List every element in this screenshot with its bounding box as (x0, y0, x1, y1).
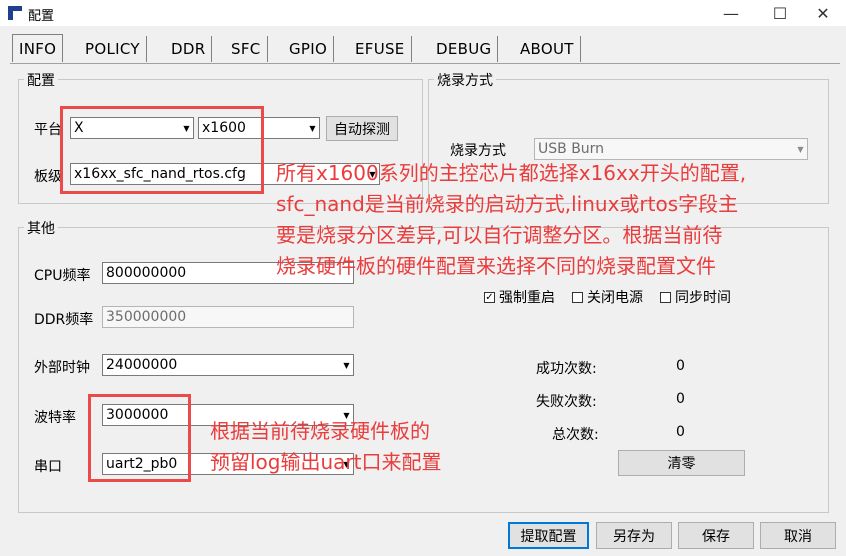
checkbox-empty-icon (572, 291, 583, 303)
app-icon (8, 6, 22, 20)
force-restart-checkbox[interactable]: ✓ 强制重启 (484, 287, 555, 307)
burn-mode-value: USB Burn (538, 141, 605, 157)
tab-divider (10, 63, 840, 64)
tab-info[interactable]: INFO (12, 34, 64, 62)
clear-button[interactable]: 清零 (618, 450, 745, 476)
ddr-value: 350000000 (106, 309, 187, 325)
chevron-down-icon: ▼ (797, 145, 804, 154)
annotation-top: 所有x1600系列的主控芯片都选择x16xx开头的配置, sfc_nand是当前… (276, 158, 746, 282)
total-count-value: 0 (676, 424, 685, 440)
chevron-down-icon: ▼ (343, 361, 350, 370)
burn-mode-label: 烧录方式 (450, 143, 506, 159)
burn-mode-select[interactable]: USB Burn ▼ (534, 138, 808, 160)
chevron-down-icon: ▼ (309, 124, 316, 133)
annotation-bottom: 根据当前待烧录硬件板的 预留log输出uart口来配置 (210, 416, 441, 478)
annotation-top-line: 烧录硬件板的硬件配置来选择不同的烧录配置文件 (276, 254, 716, 278)
annotation-bottom-line: 根据当前待烧录硬件板的 (210, 419, 430, 443)
window-title: 配置 (28, 9, 55, 24)
tab-ddr[interactable]: DDR (165, 36, 213, 62)
burn-group-title: 烧录方式 (434, 70, 496, 90)
highlight-box-config (60, 106, 264, 194)
save-button[interactable]: 保存 (678, 522, 754, 549)
other-group-title: 其他 (24, 218, 58, 238)
annotation-top-line: 所有x1600系列的主控芯片都选择x16xx开头的配置, (276, 161, 747, 185)
power-off-label: 关闭电源 (587, 290, 643, 306)
maximize-icon[interactable]: ☐ (757, 0, 803, 26)
checkbox-empty-icon (660, 291, 671, 303)
ext-clock-select[interactable]: 24000000 ▼ (102, 354, 354, 376)
success-count-value: 0 (676, 358, 685, 374)
cancel-button[interactable]: 取消 (760, 522, 836, 549)
cpu-value: 800000000 (106, 265, 187, 281)
ext-clock-value: 24000000 (106, 357, 178, 373)
fetch-config-button[interactable]: 提取配置 (508, 522, 589, 549)
annotation-top-line: sfc_nand是当前烧录的启动方式,linux或rtos字段主 (276, 192, 739, 216)
sync-time-label: 同步时间 (675, 290, 731, 306)
fail-count-value: 0 (676, 391, 685, 407)
save-as-button[interactable]: 另存为 (596, 522, 672, 549)
serial-label: 串口 (34, 459, 62, 475)
board-label: 板级 (34, 169, 62, 185)
close-icon[interactable]: ✕ (800, 0, 846, 26)
tab-policy[interactable]: POLICY (79, 36, 147, 62)
baud-label: 波特率 (34, 410, 76, 426)
tab-efuse[interactable]: EFUSE (349, 36, 412, 62)
tab-sfc[interactable]: SFC (225, 36, 268, 62)
tab-debug[interactable]: DEBUG (430, 36, 499, 62)
ddr-label: DDR频率 (34, 312, 94, 328)
cpu-label: CPU频率 (34, 268, 91, 284)
sync-time-checkbox[interactable]: 同步时间 (660, 287, 731, 307)
fail-count-label: 失败次数: (536, 394, 597, 410)
annotation-bottom-line: 预留log输出uart口来配置 (210, 450, 442, 474)
checkbox-checked-icon: ✓ (484, 291, 495, 303)
tab-about[interactable]: ABOUT (514, 36, 581, 62)
tab-gpio[interactable]: GPIO (283, 36, 335, 62)
total-count-label: 总次数: (552, 427, 599, 443)
force-restart-label: 强制重启 (499, 290, 555, 306)
platform-label: 平台 (34, 122, 62, 138)
minimize-icon[interactable]: — (708, 0, 754, 26)
auto-detect-button[interactable]: 自动探测 (326, 116, 398, 141)
power-off-checkbox[interactable]: 关闭电源 (572, 287, 643, 307)
ext-clock-label: 外部时钟 (34, 360, 90, 376)
config-group-title: 配置 (24, 70, 58, 90)
highlight-box-serial (88, 394, 191, 482)
annotation-top-line: 要是烧录分区差异,可以自行调整分区。根据当前待 (276, 223, 723, 247)
success-count-label: 成功次数: (536, 361, 597, 377)
ddr-freq-field[interactable]: 350000000 (102, 306, 354, 328)
